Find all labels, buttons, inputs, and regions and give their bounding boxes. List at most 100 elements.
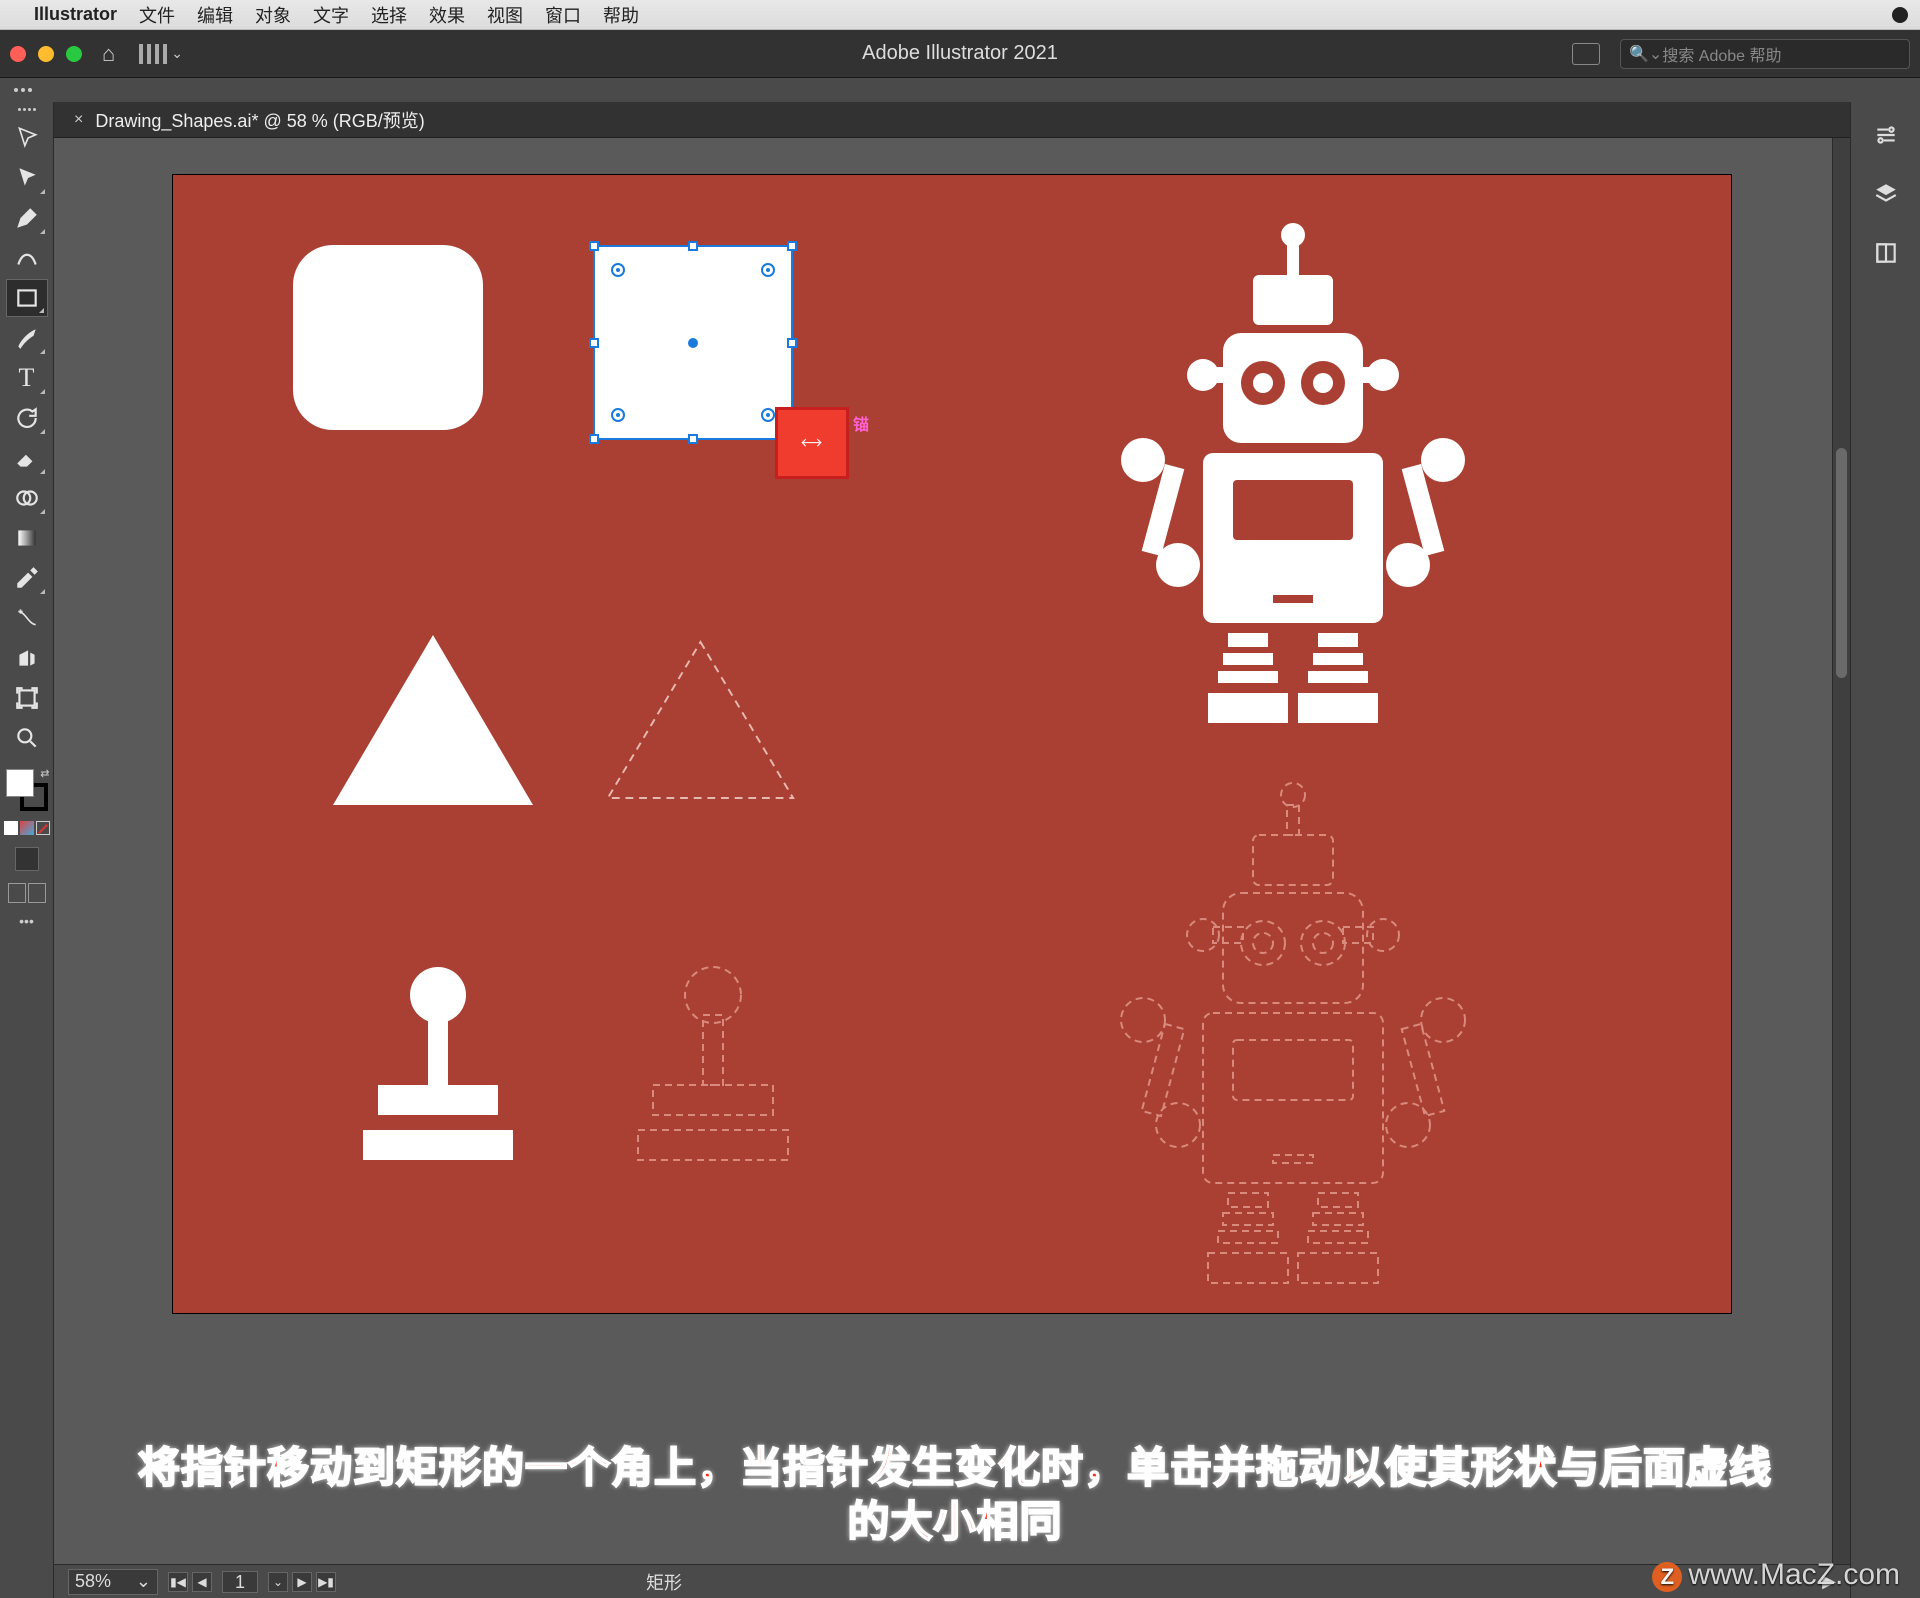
tab-title: Drawing_Shapes.ai* @ 58 % (RGB/预览) <box>95 107 424 133</box>
app-topbar: ⌂ ⌄ Adobe Illustrator 2021 🔍⌄ 搜索 Adobe 帮… <box>0 30 1920 78</box>
eraser-tool[interactable] <box>6 439 48 477</box>
arrange-documents-icon[interactable] <box>1572 43 1600 65</box>
selection-handle[interactable] <box>787 241 797 251</box>
cursor-label: 锚 <box>853 411 869 435</box>
menu-effect[interactable]: 效果 <box>429 2 465 28</box>
curvature-tool[interactable] <box>6 239 48 277</box>
watermark-logo-icon: Z <box>1652 1562 1682 1592</box>
robot-dashed-outline <box>1053 765 1533 1310</box>
rounded-rectangle-shape[interactable] <box>293 245 483 430</box>
selection-handle[interactable] <box>589 338 599 348</box>
control-bar <box>0 78 1920 102</box>
workspace-icon[interactable] <box>139 44 167 64</box>
app-name[interactable]: Illustrator <box>34 4 117 25</box>
color-none[interactable] <box>36 821 50 835</box>
artboard-dropdown-icon[interactable]: ⌄ <box>268 1572 288 1592</box>
prev-artboard-button[interactable]: ◀ <box>192 1572 212 1592</box>
draw-mode-icon[interactable] <box>15 847 39 871</box>
panel-handle-icon[interactable] <box>14 88 32 92</box>
close-window[interactable] <box>10 46 26 62</box>
selection-tool[interactable] <box>6 119 48 157</box>
live-corner-widget[interactable] <box>611 408 625 422</box>
toolbar: T ⇄ ••• <box>0 102 54 1598</box>
menu-edit[interactable]: 编辑 <box>197 2 233 28</box>
paintbrush-tool[interactable] <box>6 319 48 357</box>
minimize-window[interactable] <box>38 46 54 62</box>
menu-help[interactable]: 帮助 <box>603 2 639 28</box>
last-artboard-button[interactable]: ▶▮ <box>316 1572 336 1592</box>
scale-cursor-highlight: ⤡ <box>775 407 849 479</box>
vertical-scrollbar[interactable] <box>1832 138 1850 1564</box>
document-tab[interactable]: × Drawing_Shapes.ai* @ 58 % (RGB/预览) <box>64 101 435 139</box>
artboard-nav: ▮◀ ◀ <box>168 1572 212 1592</box>
selection-handle[interactable] <box>688 434 698 444</box>
robot-shape[interactable] <box>1053 205 1533 750</box>
artboard-tool[interactable] <box>6 679 48 717</box>
maximize-window[interactable] <box>66 46 82 62</box>
live-corner-widget[interactable] <box>611 263 625 277</box>
shape-builder-tool[interactable] <box>6 479 48 517</box>
canvas-area[interactable]: ⤡ 锚 <box>54 138 1850 1598</box>
menu-file[interactable]: 文件 <box>139 2 175 28</box>
selection-handle[interactable] <box>589 241 599 251</box>
selection-center <box>688 338 698 348</box>
search-input[interactable]: 🔍⌄ 搜索 Adobe 帮助 <box>1620 39 1910 69</box>
status-dot-icon[interactable] <box>1892 7 1908 23</box>
triangle-dashed-outline <box>603 635 798 805</box>
zoom-tool[interactable] <box>6 719 48 757</box>
blend-tool[interactable] <box>6 599 48 637</box>
watermark-text: www.MacZ.com <box>1688 1558 1900 1591</box>
fill-swatch[interactable] <box>6 769 34 797</box>
color-gradient[interactable] <box>20 821 34 835</box>
artboard[interactable]: ⤡ 锚 <box>172 174 1732 1314</box>
app-title: Adobe Illustrator 2021 <box>862 42 1058 65</box>
toolbar-handle-icon[interactable] <box>18 108 36 111</box>
selection-handle[interactable] <box>589 434 599 444</box>
type-tool[interactable]: T <box>6 359 48 397</box>
close-tab-icon[interactable]: × <box>74 111 83 129</box>
selection-handle[interactable] <box>688 241 698 251</box>
rotate-tool[interactable] <box>6 399 48 437</box>
mac-menubar: Illustrator 文件 编辑 对象 文字 选择 效果 视图 窗口 帮助 <box>0 0 1920 30</box>
menu-object[interactable]: 对象 <box>255 2 291 28</box>
joystick-dashed-outline <box>603 965 823 1170</box>
layers-panel-icon[interactable] <box>1873 181 1899 214</box>
live-corner-widget[interactable] <box>761 408 775 422</box>
selected-rectangle-shape[interactable] <box>593 245 793 440</box>
artboard-number-input[interactable]: 1 <box>222 1571 258 1593</box>
menu-window[interactable]: 窗口 <box>545 2 581 28</box>
rectangle-tool[interactable] <box>6 279 48 317</box>
scrollbar-thumb[interactable] <box>1836 448 1847 678</box>
color-solid[interactable] <box>4 821 18 835</box>
gradient-tool[interactable] <box>6 519 48 557</box>
color-mode-row <box>4 821 50 835</box>
status-bar: 58%⌄ ▮◀ ◀ 1 ⌄ ▶ ▶▮ 矩形 ▶ <box>54 1564 1850 1598</box>
fill-stroke-swatches[interactable]: ⇄ <box>6 769 48 811</box>
pen-tool[interactable] <box>6 199 48 237</box>
search-magnifier-icon: 🔍⌄ <box>1629 44 1662 64</box>
first-artboard-button[interactable]: ▮◀ <box>168 1572 188 1592</box>
triangle-shape[interactable] <box>333 635 533 805</box>
live-corner-widget[interactable] <box>761 263 775 277</box>
eyedropper-tool[interactable] <box>6 559 48 597</box>
symbol-sprayer-tool[interactable] <box>6 639 48 677</box>
selection-status: 矩形 <box>646 1569 682 1595</box>
search-placeholder: 搜索 Adobe 帮助 <box>1662 42 1781 66</box>
zoom-input[interactable]: 58%⌄ <box>68 1569 158 1595</box>
properties-panel-icon[interactable] <box>1873 122 1899 155</box>
menu-text[interactable]: 文字 <box>313 2 349 28</box>
screen-mode[interactable] <box>8 883 46 903</box>
document-tabbar: × Drawing_Shapes.ai* @ 58 % (RGB/预览) <box>54 102 1850 138</box>
edit-toolbar-icon[interactable]: ••• <box>19 913 34 929</box>
home-icon[interactable]: ⌂ <box>102 41 115 67</box>
libraries-panel-icon[interactable] <box>1873 240 1899 273</box>
window-controls <box>10 46 82 62</box>
menu-view[interactable]: 视图 <box>487 2 523 28</box>
workspace-chevron-icon[interactable]: ⌄ <box>171 45 183 62</box>
direct-selection-tool[interactable] <box>6 159 48 197</box>
menu-select[interactable]: 选择 <box>371 2 407 28</box>
selection-handle[interactable] <box>787 338 797 348</box>
joystick-shape[interactable] <box>328 965 548 1170</box>
next-artboard-button[interactable]: ▶ <box>292 1572 312 1592</box>
swap-fill-stroke-icon[interactable]: ⇄ <box>40 767 49 780</box>
